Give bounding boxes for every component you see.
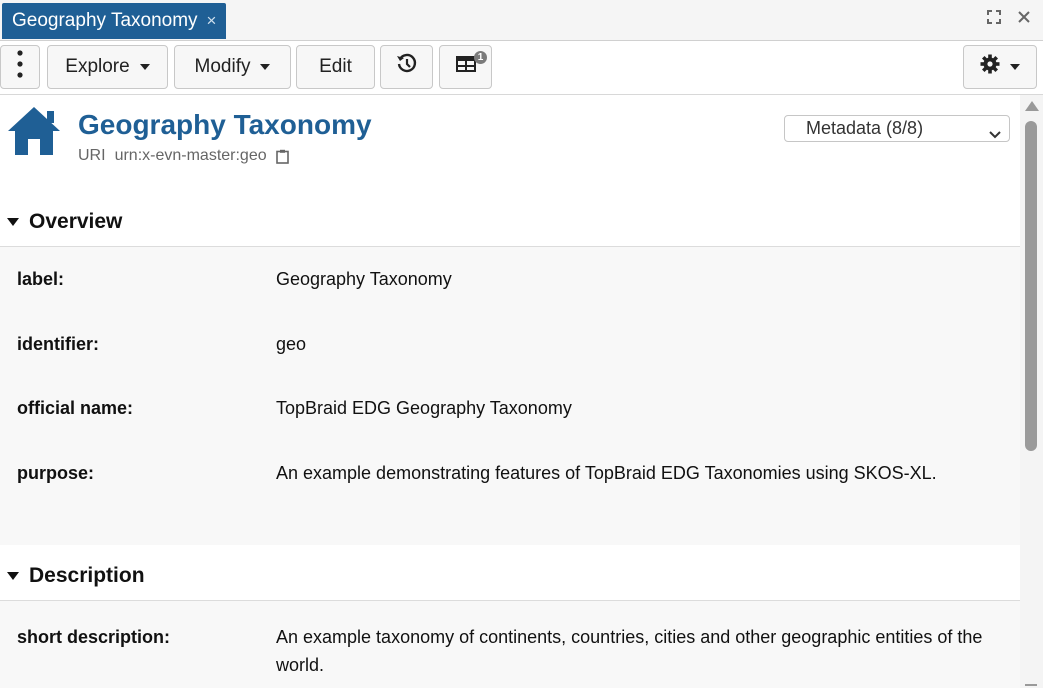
- uri-row: URI urn:x-evn-master:geo: [78, 147, 289, 165]
- chevron-down-icon: [989, 123, 1001, 144]
- section-overview-body: label: Geography Taxonomy identifier: ge…: [0, 247, 1020, 545]
- property-value: An example taxonomy of continents, count…: [276, 627, 983, 675]
- edit-label: Edit: [319, 56, 352, 77]
- collapse-triangle-icon: [7, 571, 19, 580]
- tab-title: Geography Taxonomy: [12, 10, 198, 31]
- section-overview-header[interactable]: Overview: [0, 197, 1020, 247]
- section-description-body: short description: An example taxonomy o…: [0, 601, 1020, 688]
- scroll-down-arrow-icon[interactable]: [1025, 684, 1037, 686]
- resource-view: Geography Taxonomy URI urn:x-evn-master:…: [0, 95, 1020, 688]
- chevron-down-icon: [139, 64, 150, 70]
- property-label: identifier:: [17, 334, 100, 354]
- history-button[interactable]: [380, 45, 433, 89]
- more-menu-button[interactable]: [0, 45, 40, 89]
- settings-button[interactable]: [963, 45, 1037, 89]
- uri-label: URI: [78, 147, 106, 164]
- chevron-down-icon: [260, 64, 271, 70]
- close-panel-icon[interactable]: [1017, 10, 1031, 24]
- uri-value: urn:x-evn-master:geo: [114, 147, 267, 164]
- maximize-icon[interactable]: [987, 10, 1001, 24]
- property-value: Geography Taxonomy: [276, 269, 452, 289]
- tab-bar: Geography Taxonomy ×: [0, 0, 1043, 41]
- property-label: label:: [17, 269, 65, 289]
- explore-label: Explore: [65, 56, 130, 77]
- table-view-button[interactable]: 1: [439, 45, 492, 89]
- scrollbar-thumb[interactable]: [1025, 121, 1037, 451]
- table-count-badge: 1: [474, 51, 487, 64]
- home-icon: [6, 105, 62, 162]
- property-label: purpose:: [17, 463, 95, 483]
- window-controls: [987, 10, 1031, 24]
- tab-geography-taxonomy[interactable]: Geography Taxonomy ×: [2, 3, 227, 39]
- modify-button[interactable]: Modify: [174, 45, 291, 89]
- chevron-down-icon: [1010, 64, 1020, 70]
- property-value: geo: [276, 334, 307, 354]
- edit-button[interactable]: Edit: [296, 45, 375, 89]
- modify-label: Modify: [194, 56, 251, 77]
- kebab-icon: [17, 50, 23, 84]
- gear-icon: [980, 54, 1000, 80]
- section-description-header[interactable]: Description: [0, 551, 1020, 601]
- property-label: short description:: [17, 627, 171, 647]
- metadata-select-value: Metadata (8/8): [806, 118, 924, 138]
- scroll-up-arrow-icon[interactable]: [1025, 101, 1039, 111]
- metadata-select[interactable]: Metadata (8/8): [784, 115, 1010, 142]
- resource-header: Geography Taxonomy URI urn:x-evn-master:…: [0, 95, 1020, 185]
- page-title: Geography Taxonomy: [78, 109, 372, 140]
- clipboard-icon[interactable]: [275, 149, 289, 164]
- table-icon: [455, 56, 476, 78]
- collapse-triangle-icon: [7, 217, 19, 226]
- property-value: TopBraid EDG Geography Taxonomy: [276, 398, 572, 418]
- history-icon: [396, 53, 418, 81]
- property-value: An example demonstrating features of Top…: [276, 463, 937, 483]
- section-title: Overview: [29, 209, 123, 233]
- toolbar: Explore Modify Edit 1: [0, 41, 1043, 95]
- section-title: Description: [29, 563, 145, 587]
- tab-close-icon[interactable]: ×: [207, 11, 217, 31]
- vertical-scrollbar[interactable]: [1020, 95, 1043, 688]
- property-label: official name:: [17, 398, 134, 418]
- explore-button[interactable]: Explore: [47, 45, 168, 89]
